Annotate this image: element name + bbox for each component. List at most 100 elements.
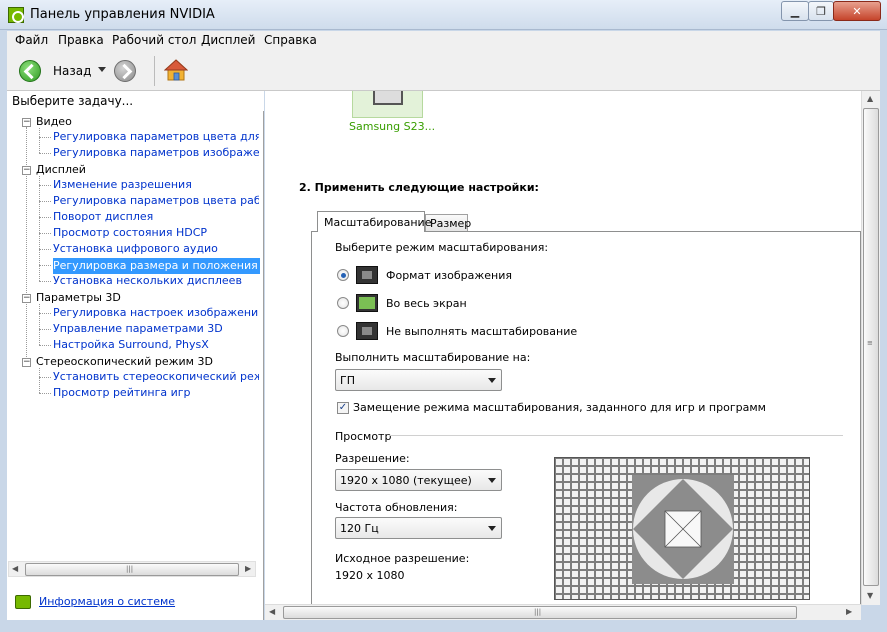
- task-pane-scroll-thumb[interactable]: |||: [25, 563, 239, 576]
- sidebar-item-video-image[interactable]: Регулировка параметров изображения д: [53, 146, 259, 159]
- back-button-label[interactable]: Назад: [53, 64, 91, 78]
- collapse-3d-settings-icon[interactable]: −: [22, 294, 31, 303]
- content-horizontal-scroll-thumb[interactable]: |||: [283, 606, 797, 619]
- menu-bar: Файл Правка Рабочий стол Дисплей Справка: [7, 31, 880, 50]
- scaling-preview-image: [554, 457, 810, 600]
- sidebar-item-game-ratings[interactable]: Просмотр рейтинга игр: [53, 386, 259, 399]
- task-navigation-pane: Выберите задачу... − Видео Регулировка п…: [7, 91, 264, 620]
- sidebar-item-change-resolution[interactable]: Изменение разрешения: [53, 178, 259, 191]
- menu-file[interactable]: Файл: [15, 33, 48, 47]
- radio-full-screen-label[interactable]: Во весь экран: [386, 297, 467, 310]
- perform-scaling-on-select[interactable]: ГП: [335, 369, 502, 391]
- radio-no-scaling[interactable]: [337, 325, 349, 337]
- sidebar-item-desktop-size-position[interactable]: Регулировка размера и положения рабо: [53, 258, 260, 274]
- task-pane-horizontal-scrollbar[interactable]: ◀ ||| ▶: [8, 561, 256, 577]
- tree-category-video[interactable]: Видео: [36, 115, 72, 128]
- window-title: Панель управления NVIDIA: [30, 7, 215, 22]
- menu-help[interactable]: Справка: [264, 33, 317, 47]
- radio-no-scaling-label[interactable]: Не выполнять масштабирование: [386, 325, 577, 338]
- collapse-display-icon[interactable]: −: [22, 166, 31, 175]
- close-button[interactable]: ✕: [833, 1, 881, 21]
- sidebar-item-digital-audio[interactable]: Установка цифрового аудио: [53, 242, 259, 255]
- system-info-link[interactable]: Информация о системе: [39, 595, 175, 608]
- refresh-rate-label: Частота обновления:: [335, 501, 458, 514]
- tree-connector: [39, 137, 51, 138]
- sidebar-item-rotate-display[interactable]: Поворот дисплея: [53, 210, 259, 223]
- tree-connector: [39, 128, 40, 153]
- sidebar-item-video-color[interactable]: Регулировка параметров цвета для вид: [53, 130, 259, 143]
- menu-edit[interactable]: Правка: [58, 33, 104, 47]
- scroll-grip-icon: |||: [534, 608, 542, 616]
- radio-full-screen[interactable]: [337, 297, 349, 309]
- override-scaling-label[interactable]: Замещение режима масштабирования, заданн…: [353, 401, 766, 414]
- collapse-video-icon[interactable]: −: [22, 118, 31, 127]
- display-name-label[interactable]: Samsung S23...: [349, 120, 435, 133]
- full-screen-mode-icon: [356, 294, 378, 312]
- aspect-ratio-mode-icon: [356, 266, 378, 284]
- monitor-icon: [373, 91, 403, 105]
- content-pane: Samsung S23... 2. Применить следующие на…: [265, 91, 861, 605]
- scroll-right-icon[interactable]: ▶: [245, 564, 251, 573]
- minimize-button[interactable]: ▁: [781, 1, 809, 21]
- content-vertical-scrollbar[interactable]: ▲ ≡ ▼: [861, 91, 880, 605]
- scroll-down-icon[interactable]: ▼: [867, 591, 873, 600]
- resolution-select[interactable]: 1920 x 1080 (текущее): [335, 469, 502, 491]
- sidebar-item-hdcp-status[interactable]: Просмотр состояния HDCP: [53, 226, 259, 239]
- selected-display-tile[interactable]: [352, 91, 423, 118]
- tree-connector: [39, 249, 51, 250]
- maximize-button[interactable]: ❐: [808, 1, 834, 21]
- tree-category-3d-settings[interactable]: Параметры 3D: [36, 291, 121, 304]
- sidebar-item-multiple-displays[interactable]: Установка нескольких дисплеев: [53, 274, 259, 287]
- task-pane-header: Выберите задачу...: [7, 91, 264, 111]
- scroll-left-icon[interactable]: ◀: [269, 607, 275, 616]
- tree-connector: [39, 185, 51, 186]
- chevron-down-icon: [488, 478, 496, 483]
- collapse-stereo-3d-icon[interactable]: −: [22, 358, 31, 367]
- tree-connector: [39, 304, 40, 345]
- close-icon: ✕: [852, 4, 862, 18]
- native-resolution-label: Исходное разрешение:: [335, 552, 470, 565]
- tree-category-stereo-3d[interactable]: Стереоскопический режим 3D: [36, 355, 213, 368]
- sidebar-item-surround-physx[interactable]: Настройка Surround, PhysX: [53, 338, 259, 351]
- sidebar-item-3d-image-settings[interactable]: Регулировка настроек изображения с пр: [53, 306, 259, 319]
- menu-display[interactable]: Дисплей: [201, 33, 255, 47]
- sidebar-item-set-stereo-3d[interactable]: Установить стереоскопический режим 3: [53, 370, 259, 383]
- no-scaling-mode-icon: [356, 322, 378, 340]
- home-icon[interactable]: [164, 58, 188, 82]
- scroll-up-icon[interactable]: ▲: [867, 94, 873, 103]
- chevron-down-icon: [488, 378, 496, 383]
- sidebar-item-desktop-color[interactable]: Регулировка параметров цвета рабочег: [53, 194, 259, 207]
- tab-scaling[interactable]: Масштабирование: [317, 211, 431, 232]
- radio-aspect-ratio[interactable]: [337, 269, 349, 281]
- menu-desktop[interactable]: Рабочий стол: [112, 33, 196, 47]
- preview-divider: [389, 435, 843, 436]
- back-history-dropdown-icon[interactable]: [98, 67, 106, 72]
- content-vertical-scroll-thumb[interactable]: ≡: [863, 108, 879, 586]
- tree-connector: [39, 368, 40, 393]
- forward-arrow-icon[interactable]: [114, 60, 136, 82]
- sidebar-item-manage-3d[interactable]: Управление параметрами 3D: [53, 322, 259, 335]
- content-horizontal-scrollbar[interactable]: ◀ ||| ▶: [265, 604, 861, 620]
- perform-scaling-on-value: ГП: [340, 374, 355, 387]
- back-arrow-icon[interactable]: [19, 60, 41, 82]
- section-title: 2. Применить следующие настройки:: [299, 181, 539, 194]
- nvidia-app-icon: [8, 7, 24, 23]
- resolution-label: Разрешение:: [335, 452, 410, 465]
- title-bar: Панель управления NVIDIA ▁ ❐ ✕: [0, 0, 887, 30]
- override-scaling-checkbox[interactable]: ✓: [337, 402, 349, 414]
- tree-connector: [39, 233, 51, 234]
- system-info-icon[interactable]: [15, 595, 31, 609]
- refresh-rate-value: 120 Гц: [340, 522, 379, 535]
- restore-icon: ❐: [816, 4, 826, 18]
- tree-connector: [39, 393, 51, 394]
- refresh-rate-select[interactable]: 120 Гц: [335, 517, 502, 539]
- minimize-icon: ▁: [790, 4, 800, 18]
- tree-connector: [39, 153, 51, 154]
- resolution-value: 1920 x 1080 (текущее): [340, 474, 472, 487]
- tree-category-display[interactable]: Дисплей: [36, 163, 86, 176]
- radio-aspect-ratio-label[interactable]: Формат изображения: [386, 269, 512, 282]
- scroll-left-icon[interactable]: ◀: [12, 564, 18, 573]
- perform-scaling-on-label: Выполнить масштабирование на:: [335, 351, 531, 364]
- tree-connector: [39, 201, 51, 202]
- scroll-right-icon[interactable]: ▶: [846, 607, 852, 616]
